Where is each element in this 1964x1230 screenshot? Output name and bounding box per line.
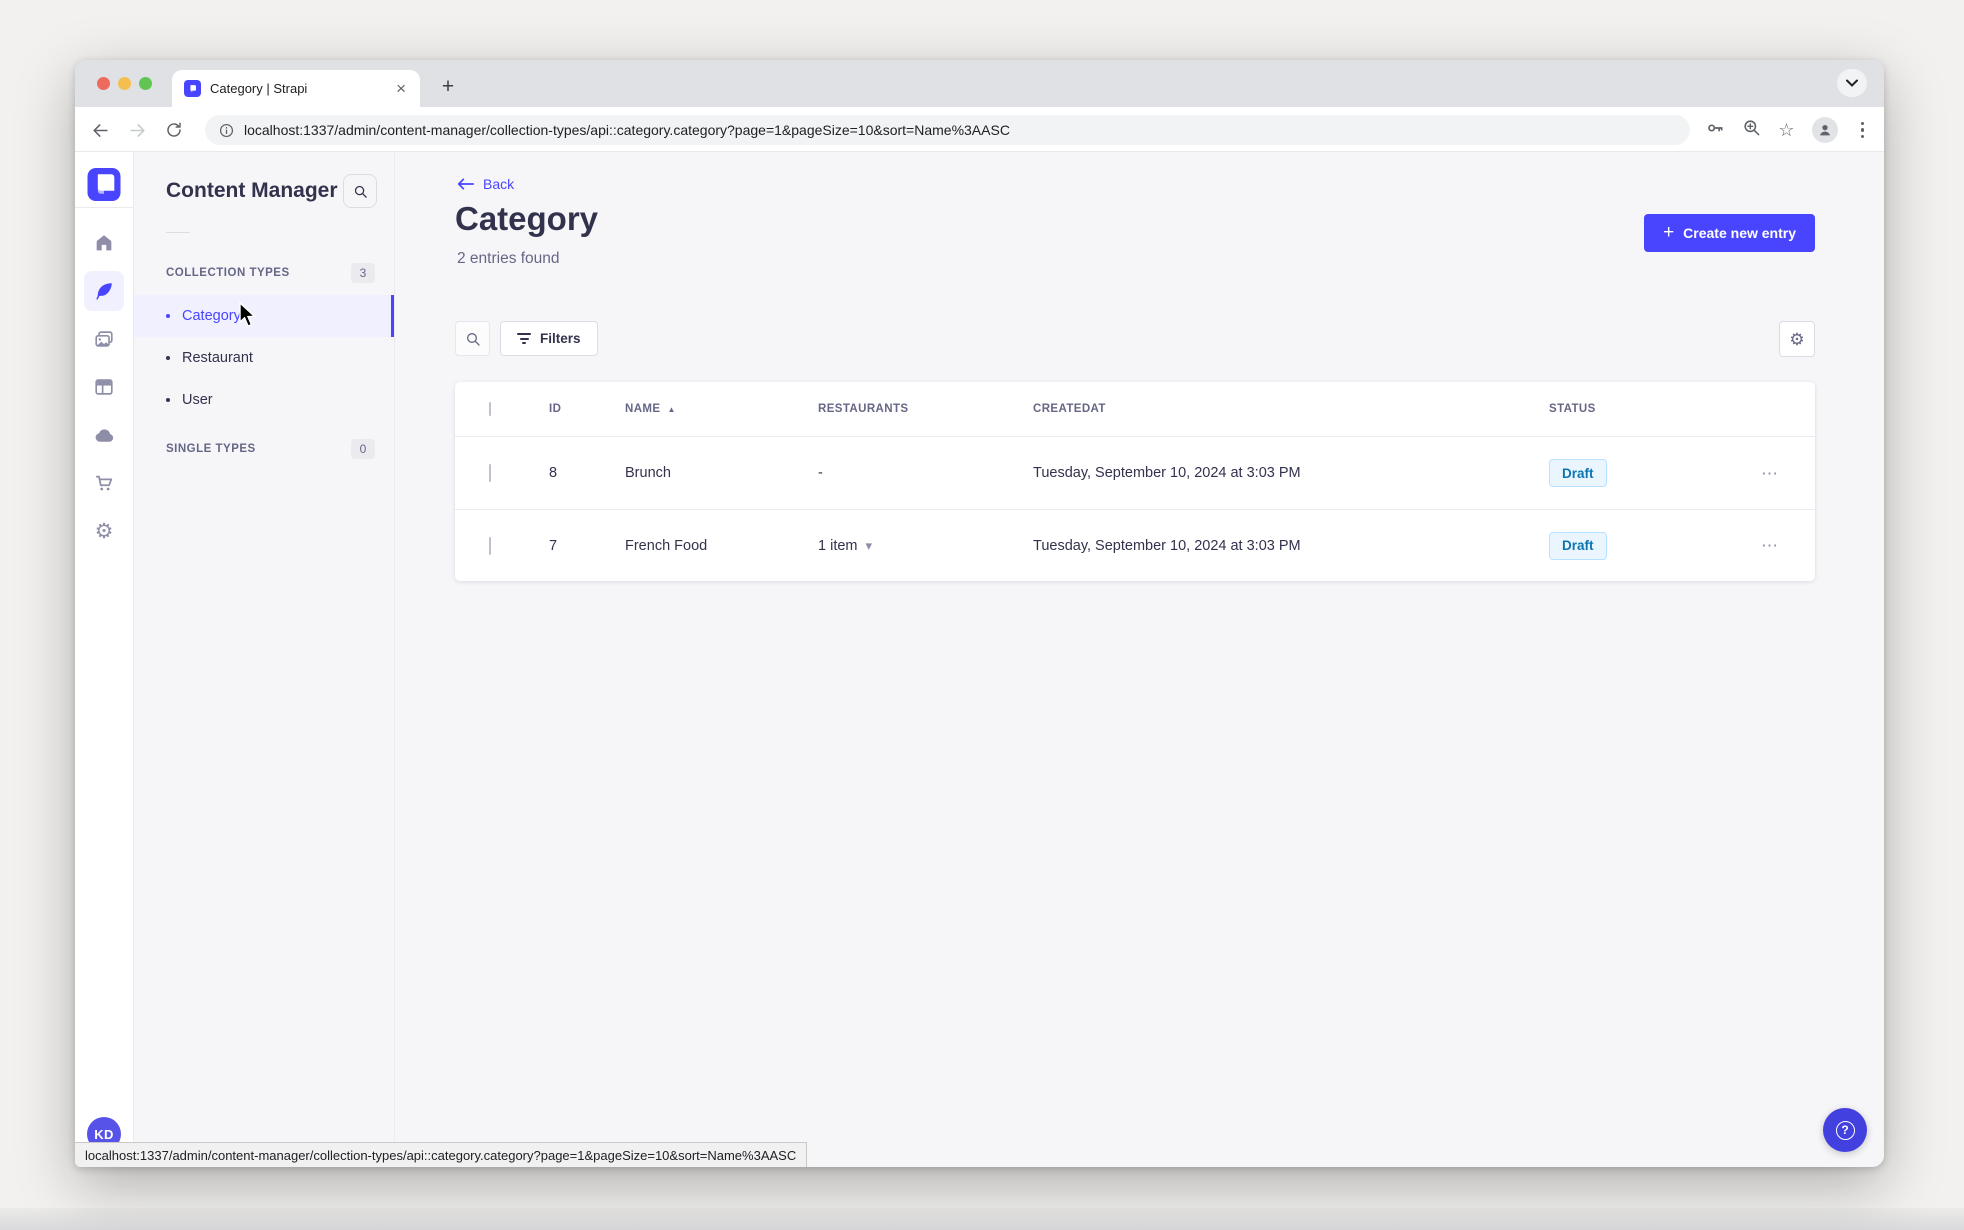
gear-icon: ⚙ [1789,329,1805,349]
cell-name: French Food [625,537,708,554]
browser-tab-strip: Category | Strapi × + [75,60,1884,107]
sidebar-item-restaurant[interactable]: Restaurant [134,337,394,379]
cell-id: 8 [549,465,558,481]
single-types-count-badge: 0 [351,439,375,459]
mouse-cursor [239,302,257,327]
filters-button[interactable]: Filters [500,321,598,356]
collection-types-count-badge: 3 [351,263,375,283]
table-header-row: ID NAME ▲ RESTAURANTS CREATEDAT STATUS [455,382,1815,437]
browser-tab[interactable]: Category | Strapi × [172,70,420,107]
content-manager-icon[interactable] [84,271,124,311]
sidebar-item-category[interactable]: Category [134,295,394,337]
tab-search-button[interactable] [1837,69,1867,97]
main-content: Back Category 2 entries found + Create n… [395,152,1884,1167]
cell-restaurants[interactable]: 1 item ▾ [818,538,1033,554]
bookmark-star-icon[interactable]: ☆ [1778,121,1794,139]
single-types-section-header: SINGLE TYPES 0 [134,439,394,459]
collection-types-list: Category Restaurant User [134,295,394,421]
status-badge: Draft [1549,531,1607,560]
column-header-createdat[interactable]: CREATEDAT [1033,403,1549,415]
cell-createdat: Tuesday, September 10, 2024 at 3:03 PM [1033,465,1301,481]
column-header-id[interactable]: ID [549,403,625,415]
browser-toolbar: localhost:1337/admin/content-manager/col… [75,107,1884,152]
strapi-admin: ⚙ KD Content Manager COLLECTION TYPES 3 [75,152,1884,1167]
strapi-favicon-icon [184,80,201,97]
cell-restaurants: - [818,465,823,481]
forward-navigation-icon[interactable] [125,118,149,142]
sort-ascending-icon: ▲ [667,404,676,414]
create-new-entry-button[interactable]: + Create new entry [1644,214,1815,252]
view-settings-button[interactable]: ⚙ [1779,321,1815,357]
browser-menu-icon[interactable] [1855,121,1871,139]
media-library-icon[interactable] [84,319,124,359]
sidebar-item-label: Category [182,308,241,324]
bullet-icon [166,314,170,318]
row-actions-menu-icon[interactable]: ⋯ [1761,465,1815,482]
sidebar-item-user[interactable]: User [134,379,394,421]
marketplace-cart-icon[interactable] [84,463,124,503]
row-actions-menu-icon[interactable]: ⋯ [1761,537,1815,554]
entries-table: ID NAME ▲ RESTAURANTS CREATEDAT STATUS 8 [455,382,1815,581]
search-button[interactable] [455,321,490,356]
toolbar-right-icons: ☆ [1705,115,1870,145]
row-checkbox[interactable] [489,464,491,482]
back-navigation-icon[interactable] [88,118,112,142]
column-header-restaurants[interactable]: RESTAURANTS [818,403,1033,415]
entries-count: 2 entries found [457,250,560,267]
password-manager-icon[interactable] [1705,118,1725,143]
browser-profile-icon[interactable] [1811,117,1838,143]
question-mark-icon: ? [1835,1120,1855,1140]
cell-id: 7 [549,537,558,554]
column-header-status[interactable]: STATUS [1549,403,1745,415]
page-title: Category [455,200,599,237]
filter-icon [517,333,531,344]
cell-createdat: Tuesday, September 10, 2024 at 3:03 PM [1033,537,1301,554]
back-link[interactable]: Back [457,176,514,192]
main-nav-rail: ⚙ KD [75,152,134,1167]
new-tab-button[interactable]: + [433,71,463,101]
strapi-logo[interactable] [87,168,121,201]
address-bar[interactable]: localhost:1337/admin/content-manager/col… [205,115,1690,145]
cell-name: Brunch [625,465,671,481]
zoom-icon[interactable] [1742,118,1761,142]
subnav-divider [166,232,190,233]
arrow-left-icon [457,178,474,190]
filter-row: Filters [455,321,598,356]
select-all-checkbox[interactable] [489,402,491,416]
sidebar-item-label: Restaurant [182,350,253,366]
bullet-icon [166,356,170,360]
chevron-down-icon: ▾ [865,538,873,553]
column-header-name[interactable]: NAME ▲ [625,403,818,415]
collection-types-section-header: COLLECTION TYPES 3 [134,263,394,283]
url-text: localhost:1337/admin/content-manager/col… [244,122,1010,138]
help-button[interactable]: ? [1823,1108,1867,1152]
cloud-icon[interactable] [84,415,124,455]
site-info-icon[interactable] [219,123,234,138]
status-badge: Draft [1549,459,1607,487]
maximize-window-button[interactable] [139,77,152,90]
content-manager-subnav: Content Manager COLLECTION TYPES 3 Categ… [134,152,395,1167]
content-type-builder-icon[interactable] [84,367,124,407]
close-window-button[interactable] [97,77,110,90]
tab-close-icon[interactable]: × [392,78,410,99]
plus-icon: + [1663,221,1675,243]
row-checkbox[interactable] [489,536,491,555]
home-icon[interactable] [84,223,124,263]
desktop-bottom-band [0,1208,1964,1230]
table-row[interactable]: 7 French Food 1 item ▾ Tuesday, Septembe… [455,509,1815,581]
reload-icon[interactable] [162,118,186,142]
settings-gear-icon[interactable]: ⚙ [84,511,124,551]
subnav-search-button[interactable] [343,174,377,208]
bullet-icon [166,398,170,402]
table-row[interactable]: 8 Brunch - Tuesday, September 10, 2024 a… [455,437,1815,509]
tab-title: Category | Strapi [210,81,308,96]
window-controls [97,77,152,90]
link-preview-statusbar: localhost:1337/admin/content-manager/col… [75,1142,808,1167]
desktop-background: Category | Strapi × + localhost:1337/adm… [0,0,1964,1230]
subnav-title: Content Manager [166,179,338,202]
browser-window: Category | Strapi × + localhost:1337/adm… [75,60,1884,1167]
sidebar-item-label: User [182,392,213,408]
rail-divider [75,207,133,208]
minimize-window-button[interactable] [118,77,131,90]
